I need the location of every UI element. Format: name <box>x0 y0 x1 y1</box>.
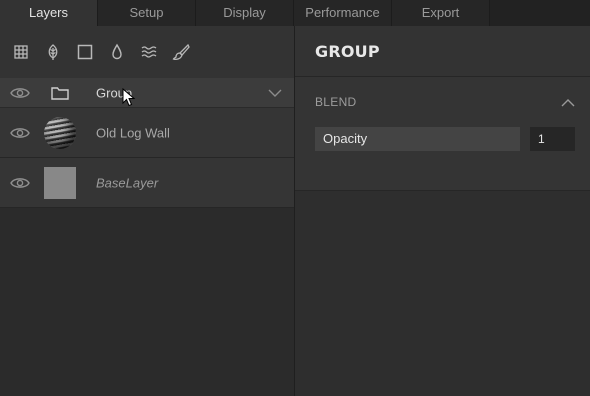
layer-toolbar <box>0 26 294 78</box>
grid-icon[interactable] <box>12 43 30 61</box>
properties-panel: GROUP BLEND Opacity <box>295 26 590 396</box>
eye-icon[interactable] <box>10 86 30 100</box>
eye-icon[interactable] <box>10 126 30 140</box>
material-thumbnail <box>44 117 76 149</box>
base-layer-thumbnail <box>44 167 76 199</box>
chevron-up-icon[interactable] <box>561 98 575 108</box>
layer-row-group[interactable]: Group <box>0 78 294 108</box>
square-icon[interactable] <box>76 43 94 61</box>
layer-name[interactable]: BaseLayer <box>96 175 158 190</box>
tab-export[interactable]: Export <box>392 0 490 26</box>
eye-icon[interactable] <box>10 176 30 190</box>
layer-row-base-layer[interactable]: BaseLayer <box>0 158 294 208</box>
layers-panel: Group Old Log Wall BaseLayer <box>0 26 294 396</box>
tab-display[interactable]: Display <box>196 0 294 26</box>
panel-title: GROUP <box>315 42 380 61</box>
leaf-icon[interactable] <box>44 43 62 61</box>
waves-icon[interactable] <box>140 43 158 61</box>
tab-layers[interactable]: Layers <box>0 0 98 26</box>
properties-header: GROUP <box>295 26 590 77</box>
tab-setup[interactable]: Setup <box>98 0 196 26</box>
brush-icon[interactable] <box>172 43 190 61</box>
blend-section: BLEND Opacity <box>295 77 590 191</box>
opacity-label: Opacity <box>315 127 520 151</box>
tab-bar-filler <box>490 0 590 26</box>
layer-name[interactable]: Old Log Wall <box>96 125 170 140</box>
drop-icon[interactable] <box>108 43 126 61</box>
tab-bar: Layers Setup Display Performance Export <box>0 0 590 26</box>
tab-performance[interactable]: Performance <box>294 0 392 26</box>
layer-row-old-log-wall[interactable]: Old Log Wall <box>0 108 294 158</box>
mouse-cursor-icon <box>122 88 136 107</box>
chevron-down-icon[interactable] <box>268 88 282 98</box>
opacity-field[interactable] <box>530 127 575 151</box>
folder-icon <box>51 87 69 100</box>
blend-section-title[interactable]: BLEND <box>315 95 357 109</box>
